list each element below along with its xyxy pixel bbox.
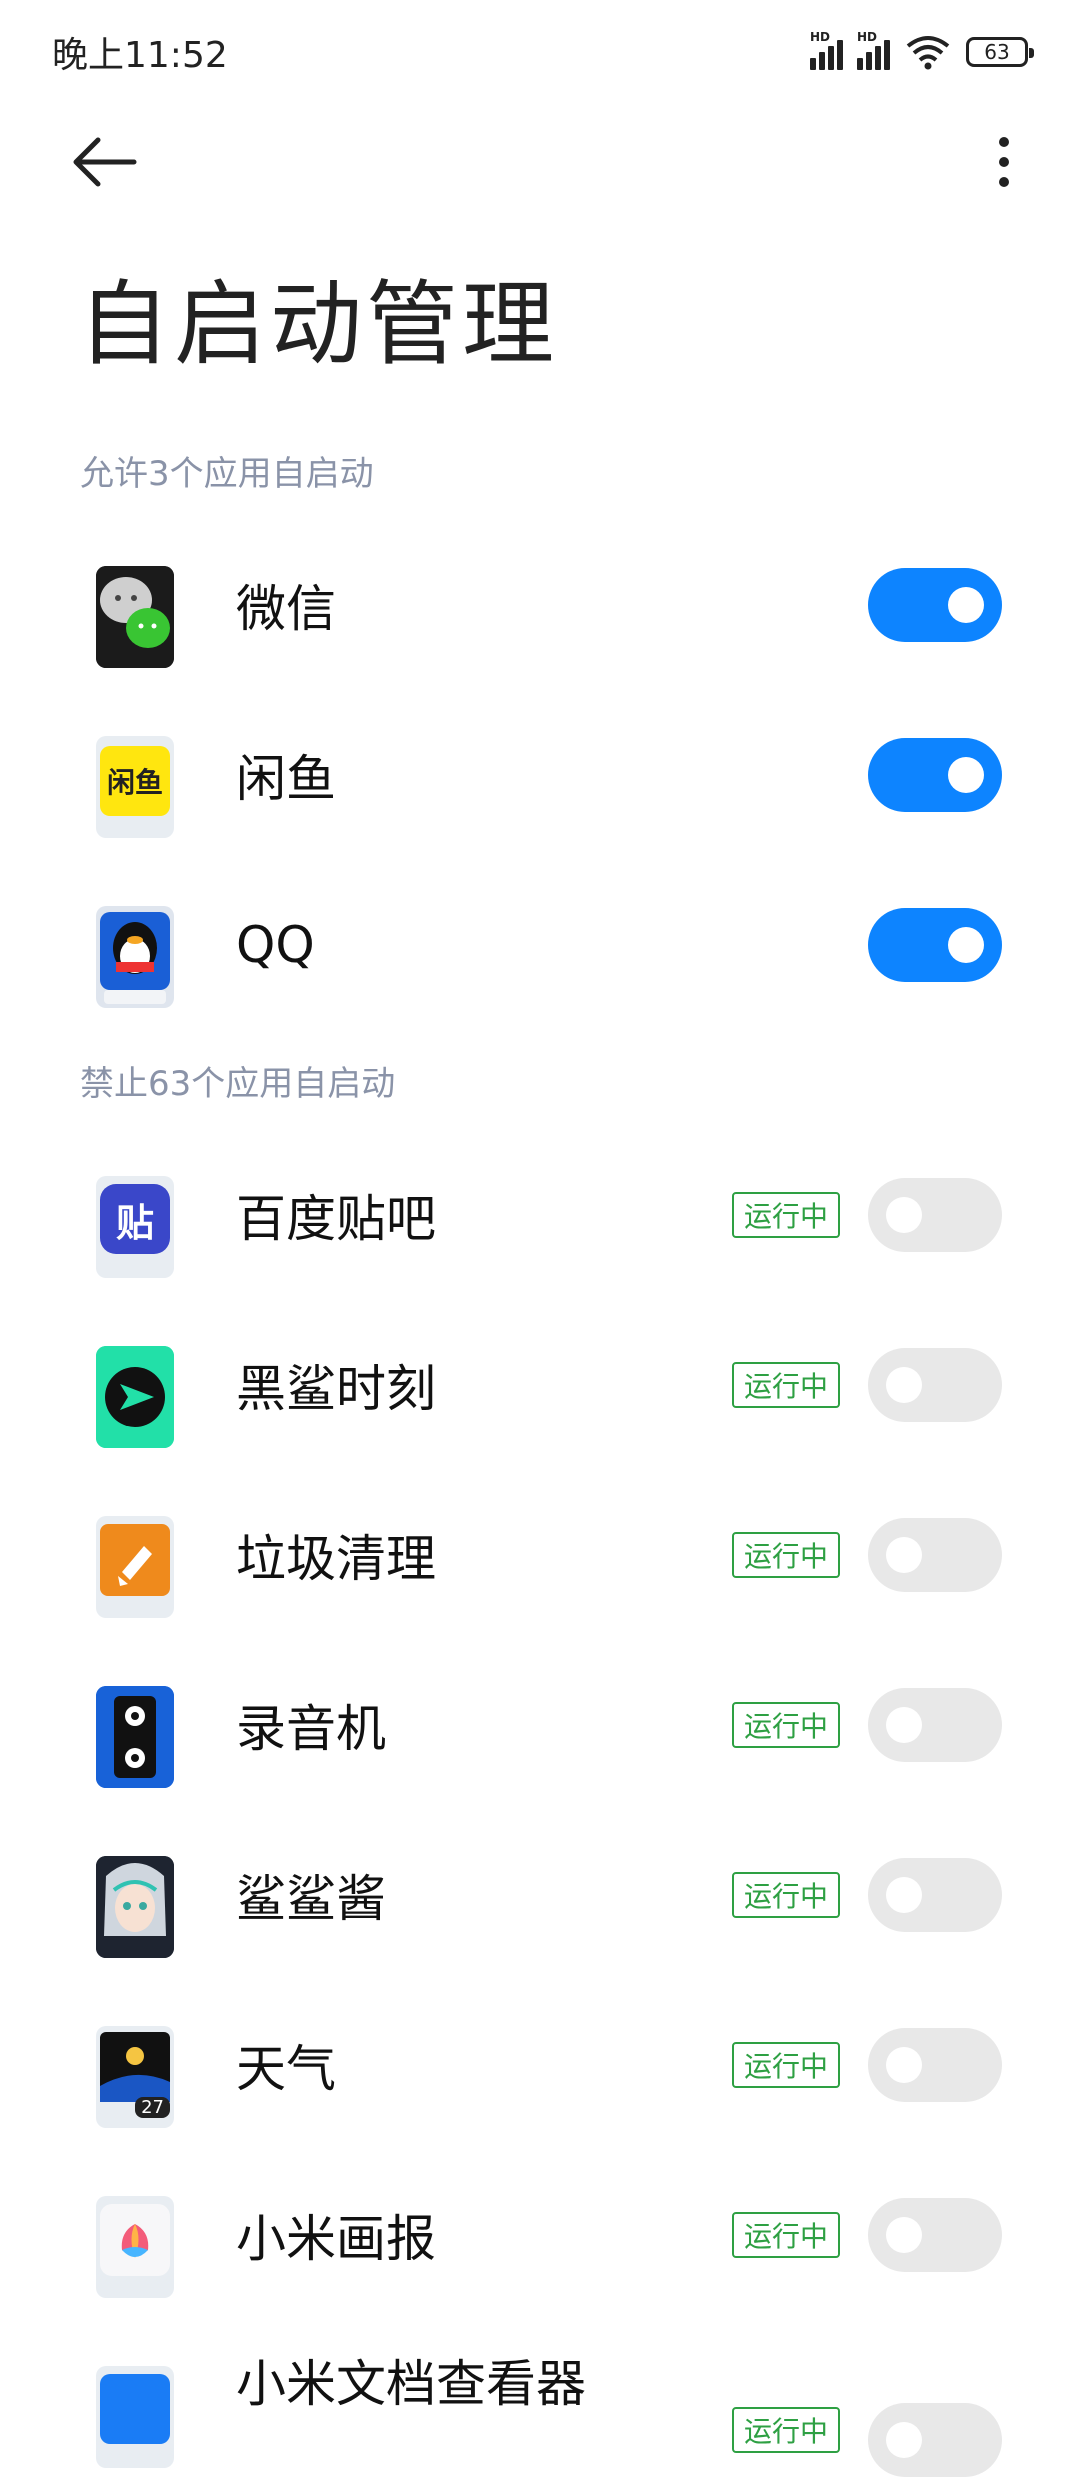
running-badge: 运行中 <box>731 2042 840 2088</box>
autostart-toggle[interactable] <box>868 738 1002 812</box>
autostart-toggle[interactable] <box>868 2028 1002 2102</box>
recorder-icon <box>96 1686 174 1788</box>
app-name: 小米文档查看器 <box>236 2355 586 2413</box>
weather-temp: 27 <box>135 2097 170 2118</box>
app-name: 鲨鲨酱 <box>236 1870 386 1928</box>
tieba-icon: 贴 <box>96 1176 174 1278</box>
app-row-weather[interactable]: 27 天气 运行中 <box>0 1980 1080 2150</box>
app-name: 闲鱼 <box>236 750 336 808</box>
running-badge: 运行中 <box>731 2212 840 2258</box>
autostart-toggle[interactable] <box>868 568 1002 642</box>
app-name: 垃圾清理 <box>236 1530 436 1588</box>
app-row-tieba[interactable]: 贴 百度贴吧 运行中 <box>0 1130 1080 1300</box>
more-options-icon[interactable] <box>974 130 1034 194</box>
weather-icon: 27 <box>96 2026 174 2128</box>
app-row-recorder[interactable]: 录音机 运行中 <box>0 1640 1080 1810</box>
shashajiang-icon <box>96 1856 174 1958</box>
autostart-toggle[interactable] <box>868 2403 1002 2477</box>
autostart-toggle[interactable] <box>868 1518 1002 1592</box>
autostart-toggle[interactable] <box>868 1858 1002 1932</box>
section-header-allowed: 允许3个应用自启动 <box>80 454 374 494</box>
app-row-shashajiang[interactable]: 鲨鲨酱 运行中 <box>0 1810 1080 1980</box>
status-icons: HD HD 63 <box>810 30 1034 74</box>
wifi-icon <box>906 36 950 70</box>
signal-icon-2: HD <box>857 30 890 70</box>
autostart-toggle[interactable] <box>868 1178 1002 1252</box>
autostart-toggle[interactable] <box>868 908 1002 982</box>
section-header-forbidden: 禁止63个应用自启动 <box>80 1064 396 1104</box>
running-badge: 运行中 <box>731 1532 840 1578</box>
signal-icon: HD <box>810 30 843 70</box>
running-badge: 运行中 <box>731 1362 840 1408</box>
app-row-mi-wallpaper[interactable]: 小米画报 运行中 <box>0 2150 1080 2320</box>
running-badge: 运行中 <box>731 2407 840 2453</box>
app-name: 录音机 <box>236 1700 386 1758</box>
top-bar <box>0 110 1080 210</box>
app-row-mi-doc-viewer[interactable]: 小米文档查看器 运行中 <box>0 2320 1080 2490</box>
app-name: 微信 <box>236 580 336 638</box>
page-title: 自启动管理 <box>78 271 559 378</box>
xianyu-icon: 闲鱼 <box>96 736 174 838</box>
battery-icon: 63 <box>966 37 1034 67</box>
back-arrow-icon[interactable] <box>70 134 140 190</box>
autostart-toggle[interactable] <box>868 1688 1002 1762</box>
autostart-toggle[interactable] <box>868 2198 1002 2272</box>
running-badge: 运行中 <box>731 1192 840 1238</box>
running-badge: 运行中 <box>731 1702 840 1748</box>
heisha-moment-icon <box>96 1346 174 1448</box>
qq-icon <box>96 906 174 1008</box>
mi-wallpaper-icon <box>96 2196 174 2298</box>
app-name: 百度贴吧 <box>236 1190 436 1248</box>
app-name: 小米画报 <box>236 2210 436 2268</box>
app-name: 黑鲨时刻 <box>236 1360 436 1418</box>
status-bar: 晚上11:52 HD HD 63 <box>0 0 1080 100</box>
wechat-icon <box>96 566 174 668</box>
running-badge: 运行中 <box>731 1872 840 1918</box>
app-name: QQ <box>236 916 315 974</box>
cleaner-icon <box>96 1516 174 1618</box>
app-name: 天气 <box>236 2040 336 2098</box>
app-row-cleaner[interactable]: 垃圾清理 运行中 <box>0 1470 1080 1640</box>
mi-doc-viewer-icon <box>96 2366 174 2468</box>
app-row-wechat[interactable]: 微信 <box>0 520 1080 690</box>
status-time: 晚上11:52 <box>52 35 228 76</box>
autostart-toggle[interactable] <box>868 1348 1002 1422</box>
app-row-heisha-moment[interactable]: 黑鲨时刻 运行中 <box>0 1300 1080 1470</box>
app-row-xianyu[interactable]: 闲鱼 闲鱼 <box>0 690 1080 860</box>
app-row-qq[interactable]: QQ <box>0 860 1080 1030</box>
